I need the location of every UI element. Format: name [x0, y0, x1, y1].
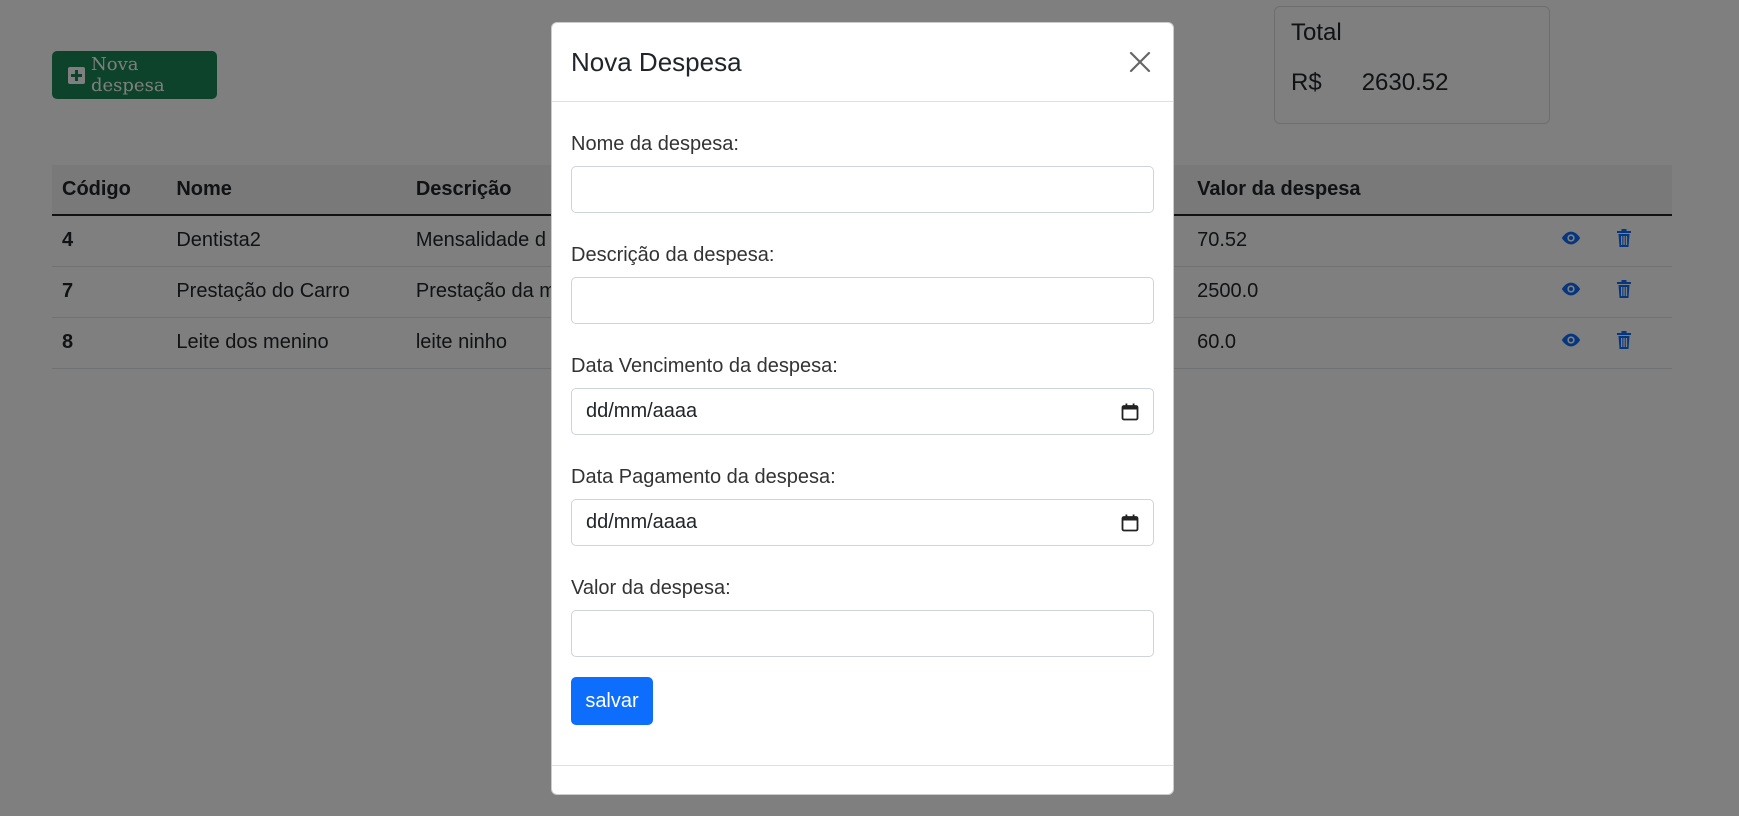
- expense-amount-label: Valor da despesa:: [571, 577, 731, 599]
- expense-name-label: Nome da despesa:: [571, 133, 739, 155]
- expense-description-label: Descrição da despesa:: [571, 244, 775, 266]
- modal-header: Nova Despesa: [552, 23, 1173, 102]
- due-date-input[interactable]: dd/mm/aaaa: [571, 388, 1154, 435]
- modal-title: Nova Despesa: [571, 46, 742, 77]
- calendar-icon[interactable]: [1121, 514, 1139, 532]
- expense-name-input[interactable]: [571, 166, 1154, 213]
- modal-footer: [552, 765, 1173, 766]
- new-expense-modal: Nova Despesa Nome da despesa: Descrição …: [551, 22, 1174, 795]
- payment-date-input[interactable]: dd/mm/aaaa: [571, 499, 1154, 546]
- payment-date-value: dd/mm/aaaa: [586, 511, 698, 533]
- calendar-icon[interactable]: [1121, 403, 1139, 421]
- expense-amount-input[interactable]: [571, 610, 1154, 657]
- save-button[interactable]: salvar: [571, 677, 653, 725]
- due-date-value: dd/mm/aaaa: [586, 400, 698, 422]
- payment-date-label: Data Pagamento da despesa:: [571, 466, 836, 488]
- modal-body: Nome da despesa: Descrição da despesa: D…: [552, 133, 1173, 725]
- close-icon[interactable]: [1125, 47, 1155, 77]
- expense-description-input[interactable]: [571, 277, 1154, 324]
- due-date-label: Data Vencimento da despesa:: [571, 355, 838, 377]
